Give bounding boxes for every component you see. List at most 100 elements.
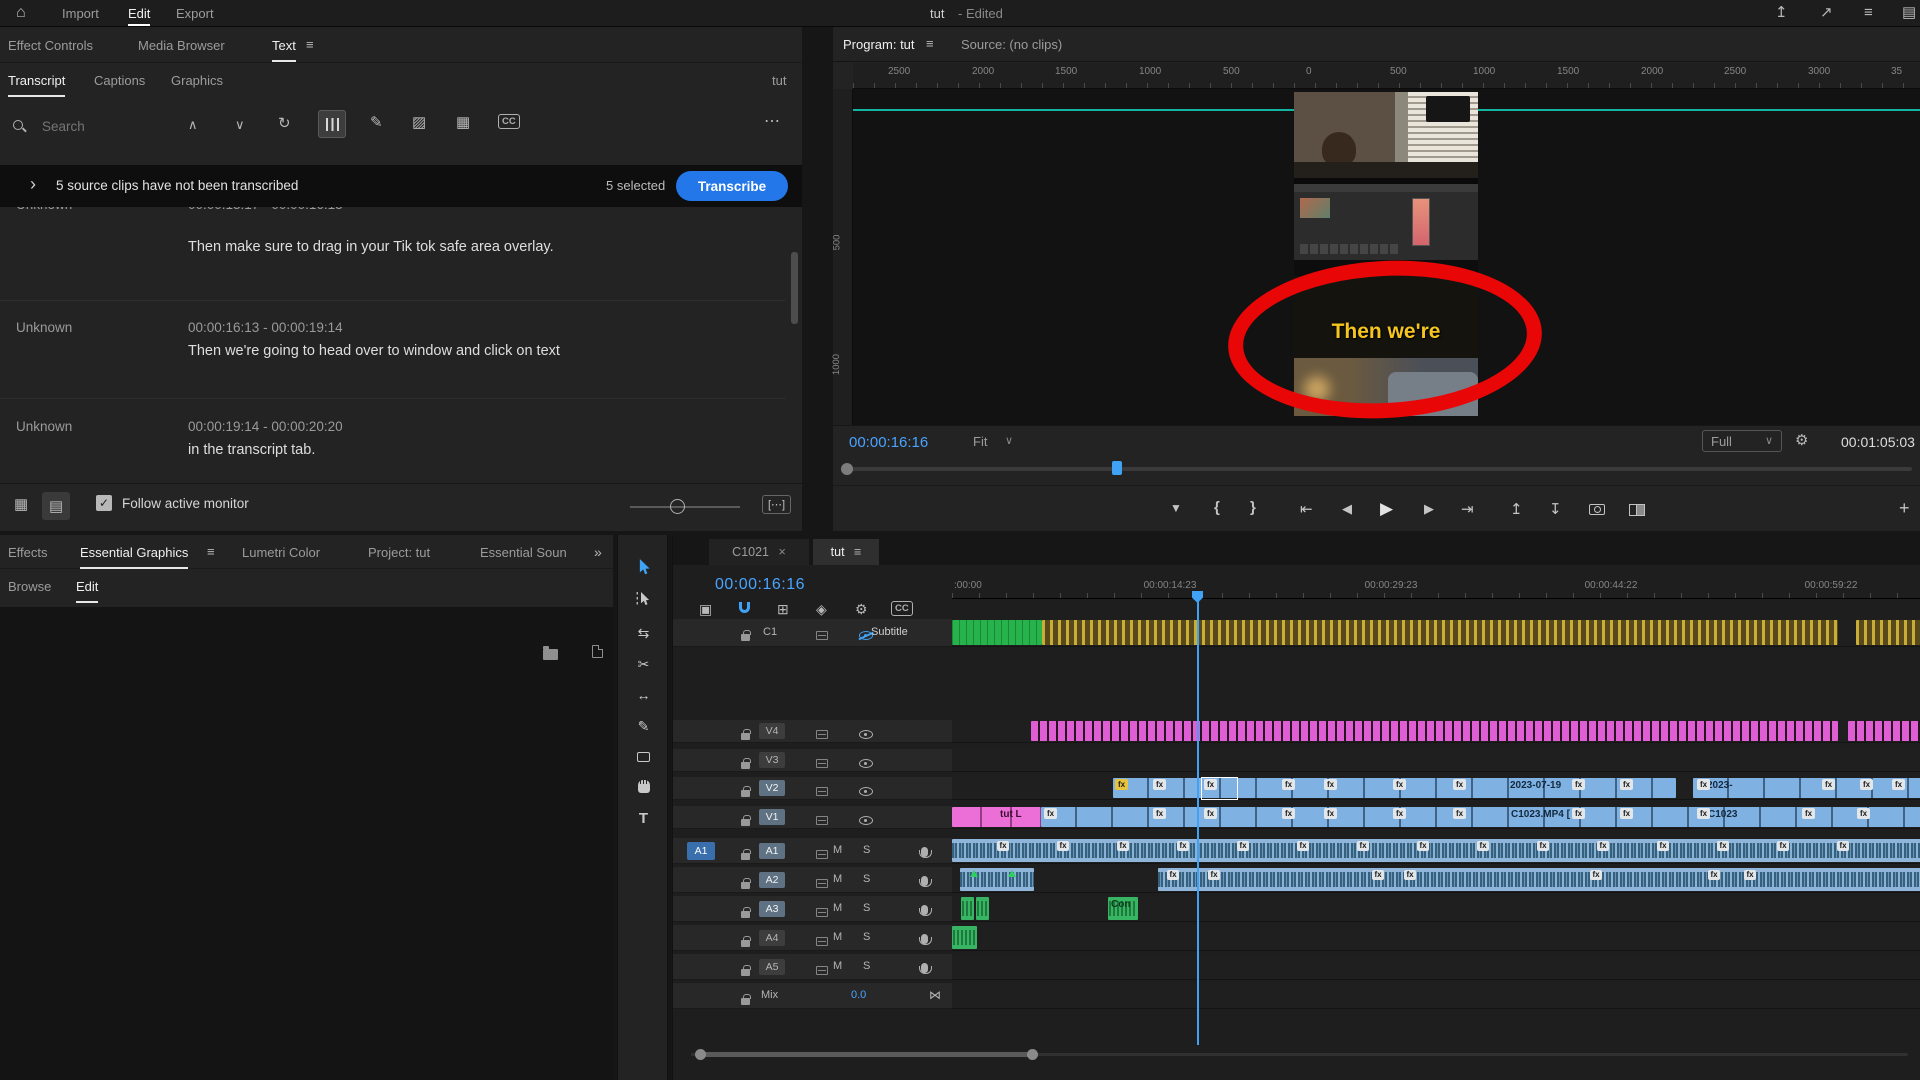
mark-in-button[interactable]: { <box>1214 499 1220 516</box>
v2-clip-group[interactable]: 2023- <box>1693 778 1920 798</box>
transcript-entry[interactable]: Unknown 00:00:19:14 - 00:00:20:20 in the… <box>0 416 786 481</box>
mic-icon[interactable] <box>921 963 928 973</box>
monitor-ruler-horizontal[interactable]: 2500 2000 1500 1000 500 0 500 1000 1500 … <box>853 63 1920 89</box>
track-chip-a3[interactable]: A3 <box>759 901 785 917</box>
lock-icon[interactable] <box>741 790 750 797</box>
sync-lock-icon[interactable] <box>816 787 828 796</box>
create-captions-icon[interactable]: CC <box>498 114 520 129</box>
home-icon[interactable]: ⌂ <box>16 5 26 21</box>
track-lane-a3[interactable]: Con <box>952 896 1920 922</box>
mic-icon[interactable] <box>921 847 928 857</box>
linked-selection-icon[interactable]: ⊞ <box>777 601 789 618</box>
ripple-edit-tool[interactable]: ⇆ <box>630 621 657 645</box>
filter-settings-button[interactable] <box>318 110 346 138</box>
track-lane-a2[interactable]: fx fx fx fx fx fx fx <box>952 867 1920 893</box>
fit-dropdown[interactable]: Fit <box>973 434 987 449</box>
slip-tool[interactable]: ↔ <box>630 683 657 707</box>
sequence-tab-tut[interactable]: tut ≡ <box>813 539 879 565</box>
prev-match-icon[interactable]: ∧ <box>188 118 198 131</box>
transcript-list[interactable]: Unknown 00:00:13:17 - 00:00:16:13 Then m… <box>0 207 802 481</box>
search-input[interactable] <box>42 113 172 139</box>
mark-out-button[interactable]: } <box>1250 499 1256 516</box>
menu-edit[interactable]: Edit <box>128 6 150 26</box>
expand-banner-icon[interactable]: › <box>30 175 36 193</box>
zoom-handle-left[interactable] <box>695 1049 706 1060</box>
track-lane-v3[interactable] <box>952 749 1920 772</box>
tab-lumetri-color[interactable]: Lumetri Color <box>242 545 320 560</box>
wrench-icon[interactable]: ⚙ <box>1795 433 1808 448</box>
monitor-ruler-vertical[interactable]: 500 1000 <box>833 89 853 425</box>
panel-menu-icon[interactable]: ≡ <box>207 545 215 558</box>
v1-pink-clip[interactable]: tut L <box>952 807 1041 827</box>
menu-export[interactable]: Export <box>176 6 214 21</box>
mic-icon[interactable] <box>921 876 928 886</box>
fit-track-icon[interactable]: ⋈ <box>929 989 941 1001</box>
track-chip-v3[interactable]: V3 <box>759 752 785 768</box>
mix-gain-value[interactable]: 0.0 <box>851 989 866 1001</box>
a2-audio-clip[interactable] <box>1158 868 1920 891</box>
track-lane-v4[interactable] <box>952 720 1920 743</box>
program-tab[interactable]: Program: tut <box>843 37 915 52</box>
track-lane-v1[interactable]: tut L C1023.MP4 [ C1023 fx fx fx fx fx f… <box>952 806 1920 829</box>
more-panels-icon[interactable]: » <box>594 545 602 559</box>
track-chip-a4[interactable]: A4 <box>759 930 785 946</box>
caption-track-lane[interactable] <box>952 619 1920 647</box>
next-match-icon[interactable]: ∨ <box>235 118 245 131</box>
track-chip-v2[interactable]: V2 <box>759 780 785 796</box>
track-select-tool[interactable] <box>630 590 657 614</box>
text-size-slider[interactable] <box>630 506 740 508</box>
share-icon[interactable]: ↗ <box>1820 5 1833 20</box>
panel-menu-icon[interactable]: ≡ <box>854 546 861 559</box>
a3-audio-clip[interactable] <box>976 897 989 920</box>
menu-import[interactable]: Import <box>62 6 99 21</box>
program-playhead-marker[interactable] <box>1112 461 1122 475</box>
type-tool[interactable]: T <box>630 807 657 831</box>
lock-icon[interactable] <box>741 911 750 918</box>
play-button[interactable]: ▶ <box>1380 499 1393 519</box>
subtab-captions[interactable]: Captions <box>94 73 145 88</box>
solo-button[interactable]: S <box>863 873 870 885</box>
mute-button[interactable]: M <box>833 844 842 856</box>
step-back-button[interactable]: ◀ <box>1342 501 1352 517</box>
lock-icon[interactable] <box>741 853 750 860</box>
search-icon[interactable] <box>12 119 27 134</box>
transcript-entry[interactable]: Unknown 00:00:16:13 - 00:00:19:14 Then w… <box>0 317 786 397</box>
track-chip-v4[interactable]: V4 <box>759 723 785 739</box>
refresh-transcript-icon[interactable]: ↻ <box>278 116 291 131</box>
export-frame-button[interactable] <box>1589 503 1605 518</box>
lift-button[interactable]: ↥ <box>1510 500 1523 518</box>
subtab-browse[interactable]: Browse <box>8 579 51 594</box>
extract-button[interactable]: ↧ <box>1549 500 1562 518</box>
track-lane-a1[interactable]: fx fx fx fx fx fx fx fx fx fx fx fx fx f… <box>952 838 1920 864</box>
text-size-slider-knob[interactable] <box>670 499 685 514</box>
lock-icon[interactable] <box>741 969 750 976</box>
solo-button[interactable]: S <box>863 844 870 856</box>
eye-icon[interactable] <box>859 730 873 739</box>
merge-captions-icon[interactable]: ▦ <box>456 115 470 130</box>
tab-essential-sound[interactable]: Essential Soun <box>480 545 567 560</box>
mic-icon[interactable] <box>921 934 928 944</box>
subtitle-clips[interactable] <box>1042 620 1838 645</box>
lock-icon[interactable] <box>741 882 750 889</box>
track-lane-v2[interactable]: 2023-07-19 2023- fx fx fx fx fx fx fx fx… <box>952 777 1920 800</box>
timeline-marker-icon[interactable]: ◈ <box>816 601 827 618</box>
captions-menu-icon[interactable]: CC <box>891 601 913 616</box>
strikethrough-icon[interactable]: ▨ <box>412 115 426 130</box>
lock-icon[interactable] <box>741 634 750 641</box>
pen-tool[interactable]: ✎ <box>630 714 657 738</box>
lock-icon[interactable] <box>741 762 750 769</box>
solo-button[interactable]: S <box>863 931 870 943</box>
transcript-entry[interactable]: Unknown 00:00:13:17 - 00:00:16:13 Then m… <box>0 207 786 297</box>
goto-out-button[interactable]: ⇥ <box>1461 500 1474 518</box>
tab-project[interactable]: Project: tut <box>368 545 430 560</box>
tab-essential-graphics[interactable]: Essential Graphics <box>80 545 188 569</box>
track-lane-a5[interactable] <box>952 954 1920 980</box>
solo-button[interactable]: S <box>863 902 870 914</box>
zoom-handle-right[interactable] <box>1027 1049 1038 1060</box>
lock-icon[interactable] <box>741 940 750 947</box>
rectangle-tool[interactable] <box>630 745 657 769</box>
sync-lock-icon[interactable] <box>816 908 828 917</box>
source-tab[interactable]: Source: (no clips) <box>961 37 1062 52</box>
subtab-transcript[interactable]: Transcript <box>8 73 65 97</box>
keyframe-marker[interactable] <box>1008 870 1016 877</box>
